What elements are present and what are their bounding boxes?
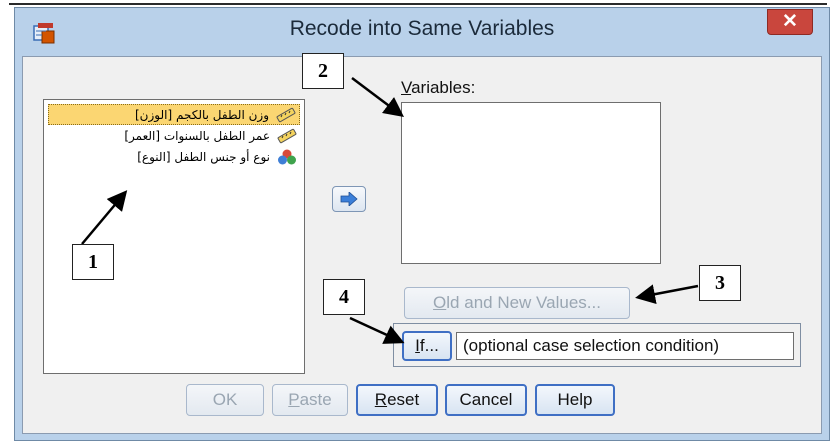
callout-2: 2: [302, 53, 344, 89]
arrow-2: [351, 77, 404, 117]
callout-3: 3: [699, 265, 741, 301]
callout-4: 4: [323, 279, 365, 315]
annotation-arrows: [81, 77, 699, 344]
arrow-1: [81, 190, 128, 245]
arrow-3: [635, 284, 699, 305]
callout-1: 1: [72, 244, 114, 280]
arrow-4: [349, 316, 405, 344]
